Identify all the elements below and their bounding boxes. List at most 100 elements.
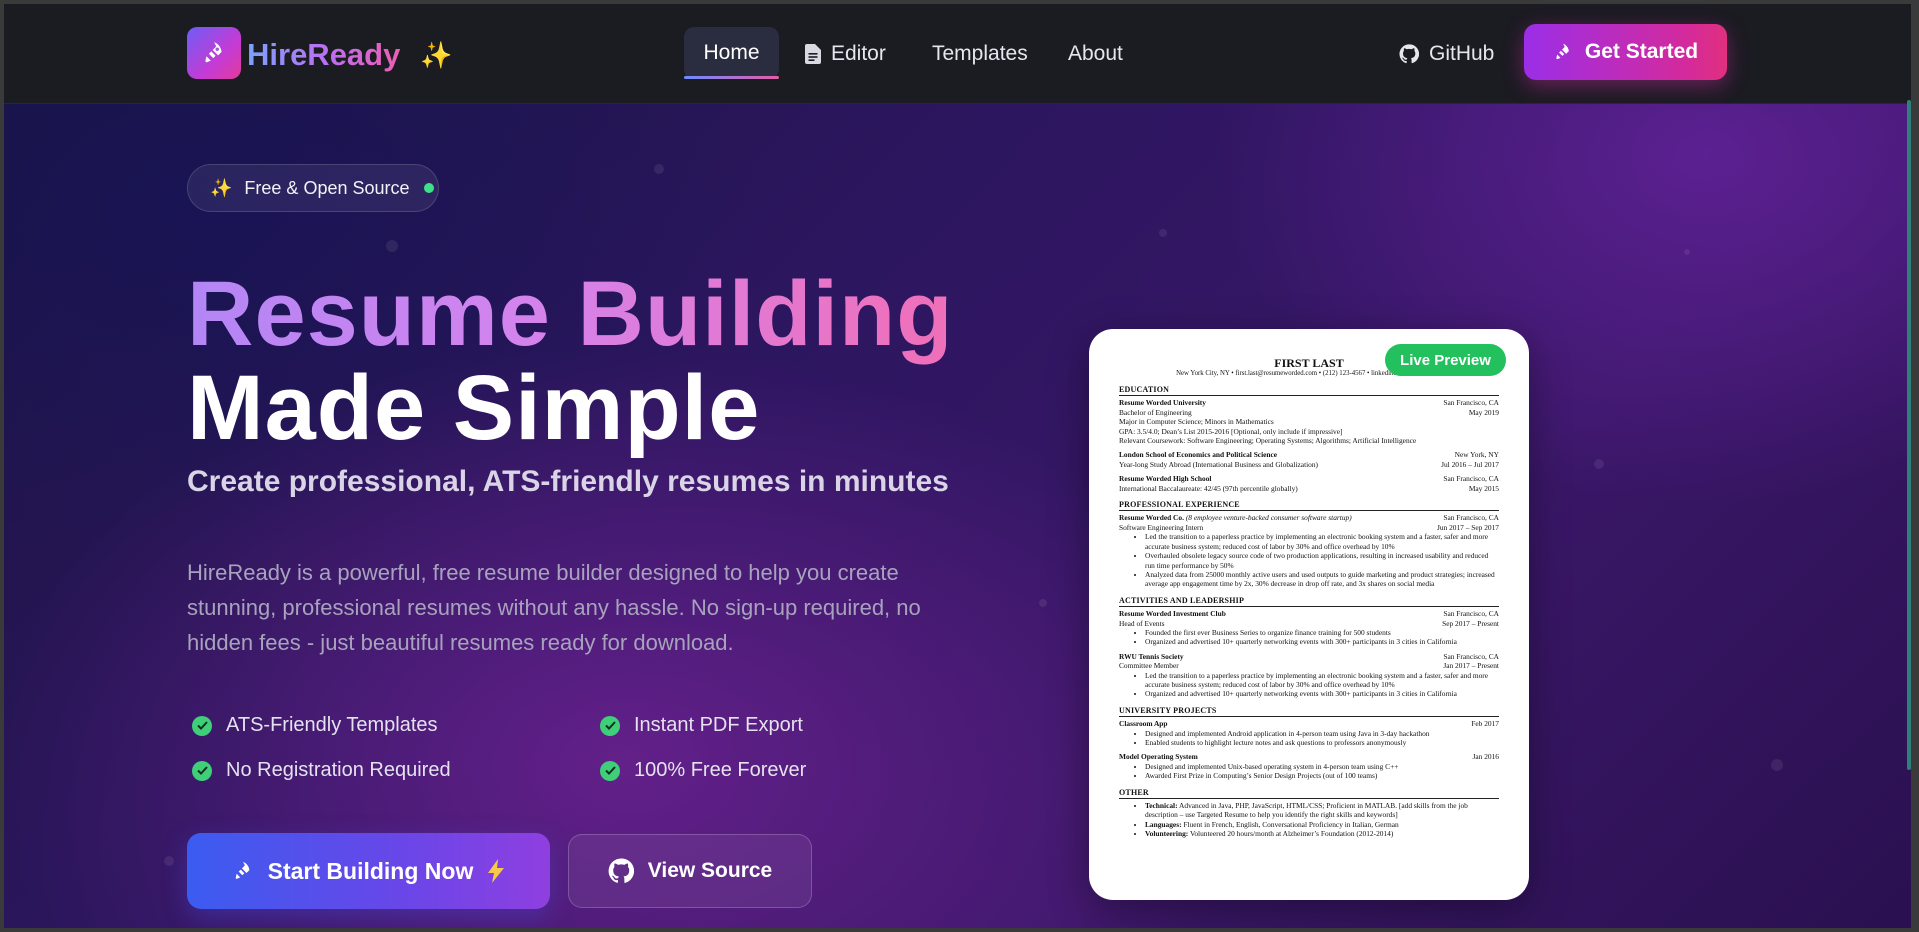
resume-bullets: Founded the first ever Business Series t… bbox=[1119, 628, 1499, 647]
start-building-button[interactable]: Start Building Now bbox=[187, 833, 550, 909]
resume-bullet: Led the transition to a paperless practi… bbox=[1145, 532, 1499, 551]
top-navbar: HireReady ✨ Home Editor Templates About … bbox=[4, 4, 1911, 104]
resume-document: FIRST LAST New York City, NY • first.las… bbox=[1119, 357, 1499, 839]
resume-date: Jul 2016 – Jul 2017 bbox=[1441, 459, 1499, 469]
logo-badge[interactable] bbox=[187, 27, 241, 79]
nav-link-label: About bbox=[1068, 42, 1123, 65]
hero-title-line1: Resume Building bbox=[187, 263, 954, 365]
hero-title-line2: Made Simple bbox=[187, 357, 761, 459]
background-particle bbox=[1039, 599, 1047, 607]
background-particle bbox=[1159, 229, 1167, 237]
nav-link-about[interactable]: About bbox=[1068, 42, 1123, 66]
resume-bullet: Awarded First Prize in Computing’s Senio… bbox=[1145, 771, 1499, 780]
resume-org: London School of Economics and Political… bbox=[1119, 450, 1278, 460]
resume-bullet-label: Volunteering: bbox=[1145, 829, 1189, 839]
background-particle bbox=[386, 240, 398, 252]
app-window: HireReady ✨ Home Editor Templates About … bbox=[4, 4, 1911, 928]
nav-link-home[interactable]: Home bbox=[684, 27, 779, 79]
resume-detail: Major in Computer Science; Minors in Mat… bbox=[1119, 417, 1274, 427]
resume-bullets: Led the transition to a paperless practi… bbox=[1119, 532, 1499, 588]
view-source-button[interactable]: View Source bbox=[568, 834, 812, 908]
hero-description: HireReady is a powerful, free resume bui… bbox=[187, 560, 921, 655]
resume-detail: Software Engineering Intern bbox=[1119, 522, 1204, 532]
resume-bullet: Overhauled obsolete legacy source code o… bbox=[1145, 551, 1499, 570]
resume-org: RWU Tennis Society bbox=[1119, 651, 1184, 661]
resume-bullet-text: Advanced in Java, PHP, JavaScript, HTML/… bbox=[1145, 801, 1468, 820]
resume-detail: Year-long Study Abroad (International Bu… bbox=[1119, 459, 1319, 469]
resume-bullet: Designed and implemented Android applica… bbox=[1145, 729, 1499, 738]
resume-org: Resume Worded Investment Club bbox=[1119, 609, 1226, 619]
resume-location: San Francisco, CA bbox=[1443, 513, 1499, 523]
resume-location: San Francisco, CA bbox=[1443, 398, 1499, 408]
resume-bullet: Organized and advertised 10+ quarterly n… bbox=[1145, 689, 1499, 698]
resume-org: Resume Worded University bbox=[1119, 398, 1206, 408]
resume-detail: Bachelor of Engineering bbox=[1119, 407, 1192, 417]
open-source-badge: ✨ Free & Open Source bbox=[187, 164, 439, 212]
resume-org: Resume Worded Co. bbox=[1119, 513, 1184, 523]
resume-bullets: Technical: Advanced in Java, PHP, JavaSc… bbox=[1119, 801, 1499, 839]
resume-org: Model Operating System bbox=[1119, 752, 1198, 762]
resume-bullet: Led the transition to a paperless practi… bbox=[1145, 671, 1499, 690]
resume-detail: International Baccalaureate: 42/45 (97th… bbox=[1119, 483, 1298, 493]
check-circle-icon bbox=[192, 715, 212, 736]
resume-bullet: Analyzed data from 25000 monthly active … bbox=[1145, 570, 1499, 589]
bolt-icon bbox=[488, 859, 505, 883]
resume-bullet-text: Volunteered 20 hours/month at Alzheimer’… bbox=[1189, 829, 1394, 839]
resume-date: May 2019 bbox=[1468, 407, 1499, 417]
nav-link-github[interactable]: GitHub bbox=[1399, 42, 1494, 66]
resume-location: San Francisco, CA bbox=[1443, 474, 1499, 484]
resume-bullet: Volunteering: Volunteered 20 hours/month… bbox=[1145, 829, 1499, 838]
resume-bullet: Technical: Advanced in Java, PHP, JavaSc… bbox=[1145, 801, 1499, 820]
page-scrollbar[interactable] bbox=[1907, 100, 1911, 770]
resume-detail: Head of Events bbox=[1119, 618, 1165, 628]
rocket-icon bbox=[1556, 43, 1569, 60]
resume-date: Feb 2017 bbox=[1471, 719, 1499, 729]
sparkles-icon: ✨ bbox=[420, 40, 453, 70]
resume-location: New York, NY bbox=[1454, 450, 1499, 460]
github-icon bbox=[608, 858, 634, 883]
resume-org: Resume Worded High School bbox=[1119, 474, 1212, 484]
background-particle bbox=[164, 856, 174, 866]
resume-preview-card[interactable]: FIRST LAST New York City, NY • first.las… bbox=[1089, 329, 1529, 900]
github-icon bbox=[1399, 44, 1419, 64]
resume-bullet-label: Technical: bbox=[1145, 801, 1178, 811]
nav-link-label: Home bbox=[703, 41, 760, 64]
start-building-label: Start Building Now bbox=[267, 857, 474, 884]
resume-bullets: Designed and implemented Unix-based oper… bbox=[1119, 762, 1499, 781]
resume-bullets: Led the transition to a paperless practi… bbox=[1119, 671, 1499, 699]
feature-item: ATS-Friendly Templates bbox=[192, 714, 438, 737]
brand-name[interactable]: HireReady bbox=[247, 37, 400, 73]
view-source-label: View Source bbox=[647, 859, 773, 882]
get-started-button[interactable]: Get Started bbox=[1524, 24, 1727, 80]
feature-label: ATS-Friendly Templates bbox=[226, 714, 438, 736]
sparkles-icon: ✨ bbox=[210, 177, 233, 198]
background-particle bbox=[1771, 759, 1783, 771]
resume-section-title: OTHER bbox=[1119, 788, 1499, 800]
resume-org: Classroom App bbox=[1119, 719, 1168, 729]
nav-link-label: GitHub bbox=[1429, 42, 1495, 65]
check-circle-icon bbox=[192, 760, 212, 781]
nav-link-templates[interactable]: Templates bbox=[932, 42, 1028, 66]
resume-section-title: EDUCATION bbox=[1119, 385, 1499, 397]
background-particle bbox=[654, 164, 664, 174]
resume-detail: Committee Member bbox=[1119, 661, 1179, 671]
nav-link-editor[interactable]: Editor bbox=[805, 42, 886, 66]
feature-label: No Registration Required bbox=[226, 759, 451, 781]
get-started-label: Get Started bbox=[1584, 40, 1699, 63]
feature-item: No Registration Required bbox=[192, 759, 451, 782]
resume-bullet: Founded the first ever Business Series t… bbox=[1145, 628, 1499, 637]
document-icon bbox=[805, 44, 821, 64]
background-particle bbox=[1684, 249, 1690, 255]
resume-bullet: Designed and implemented Unix-based oper… bbox=[1145, 762, 1499, 771]
badge-label: Free & Open Source bbox=[244, 177, 410, 198]
resume-detail: Relevant Coursework: Software Engineerin… bbox=[1119, 436, 1417, 446]
resume-date: Jan 2016 bbox=[1472, 752, 1499, 762]
resume-section-title: ACTIVITIES AND LEADERSHIP bbox=[1119, 596, 1499, 608]
resume-detail: GPA: 3.5/4.0; Dean’s List 2015-2016 [Opt… bbox=[1119, 426, 1343, 436]
feature-item: 100% Free Forever bbox=[600, 759, 806, 782]
status-dot bbox=[423, 183, 434, 193]
resume-section-title: PROFESSIONAL EXPERIENCE bbox=[1119, 500, 1499, 512]
rocket-icon bbox=[205, 42, 222, 63]
feature-item: Instant PDF Export bbox=[600, 714, 803, 737]
check-circle-icon bbox=[600, 715, 620, 736]
